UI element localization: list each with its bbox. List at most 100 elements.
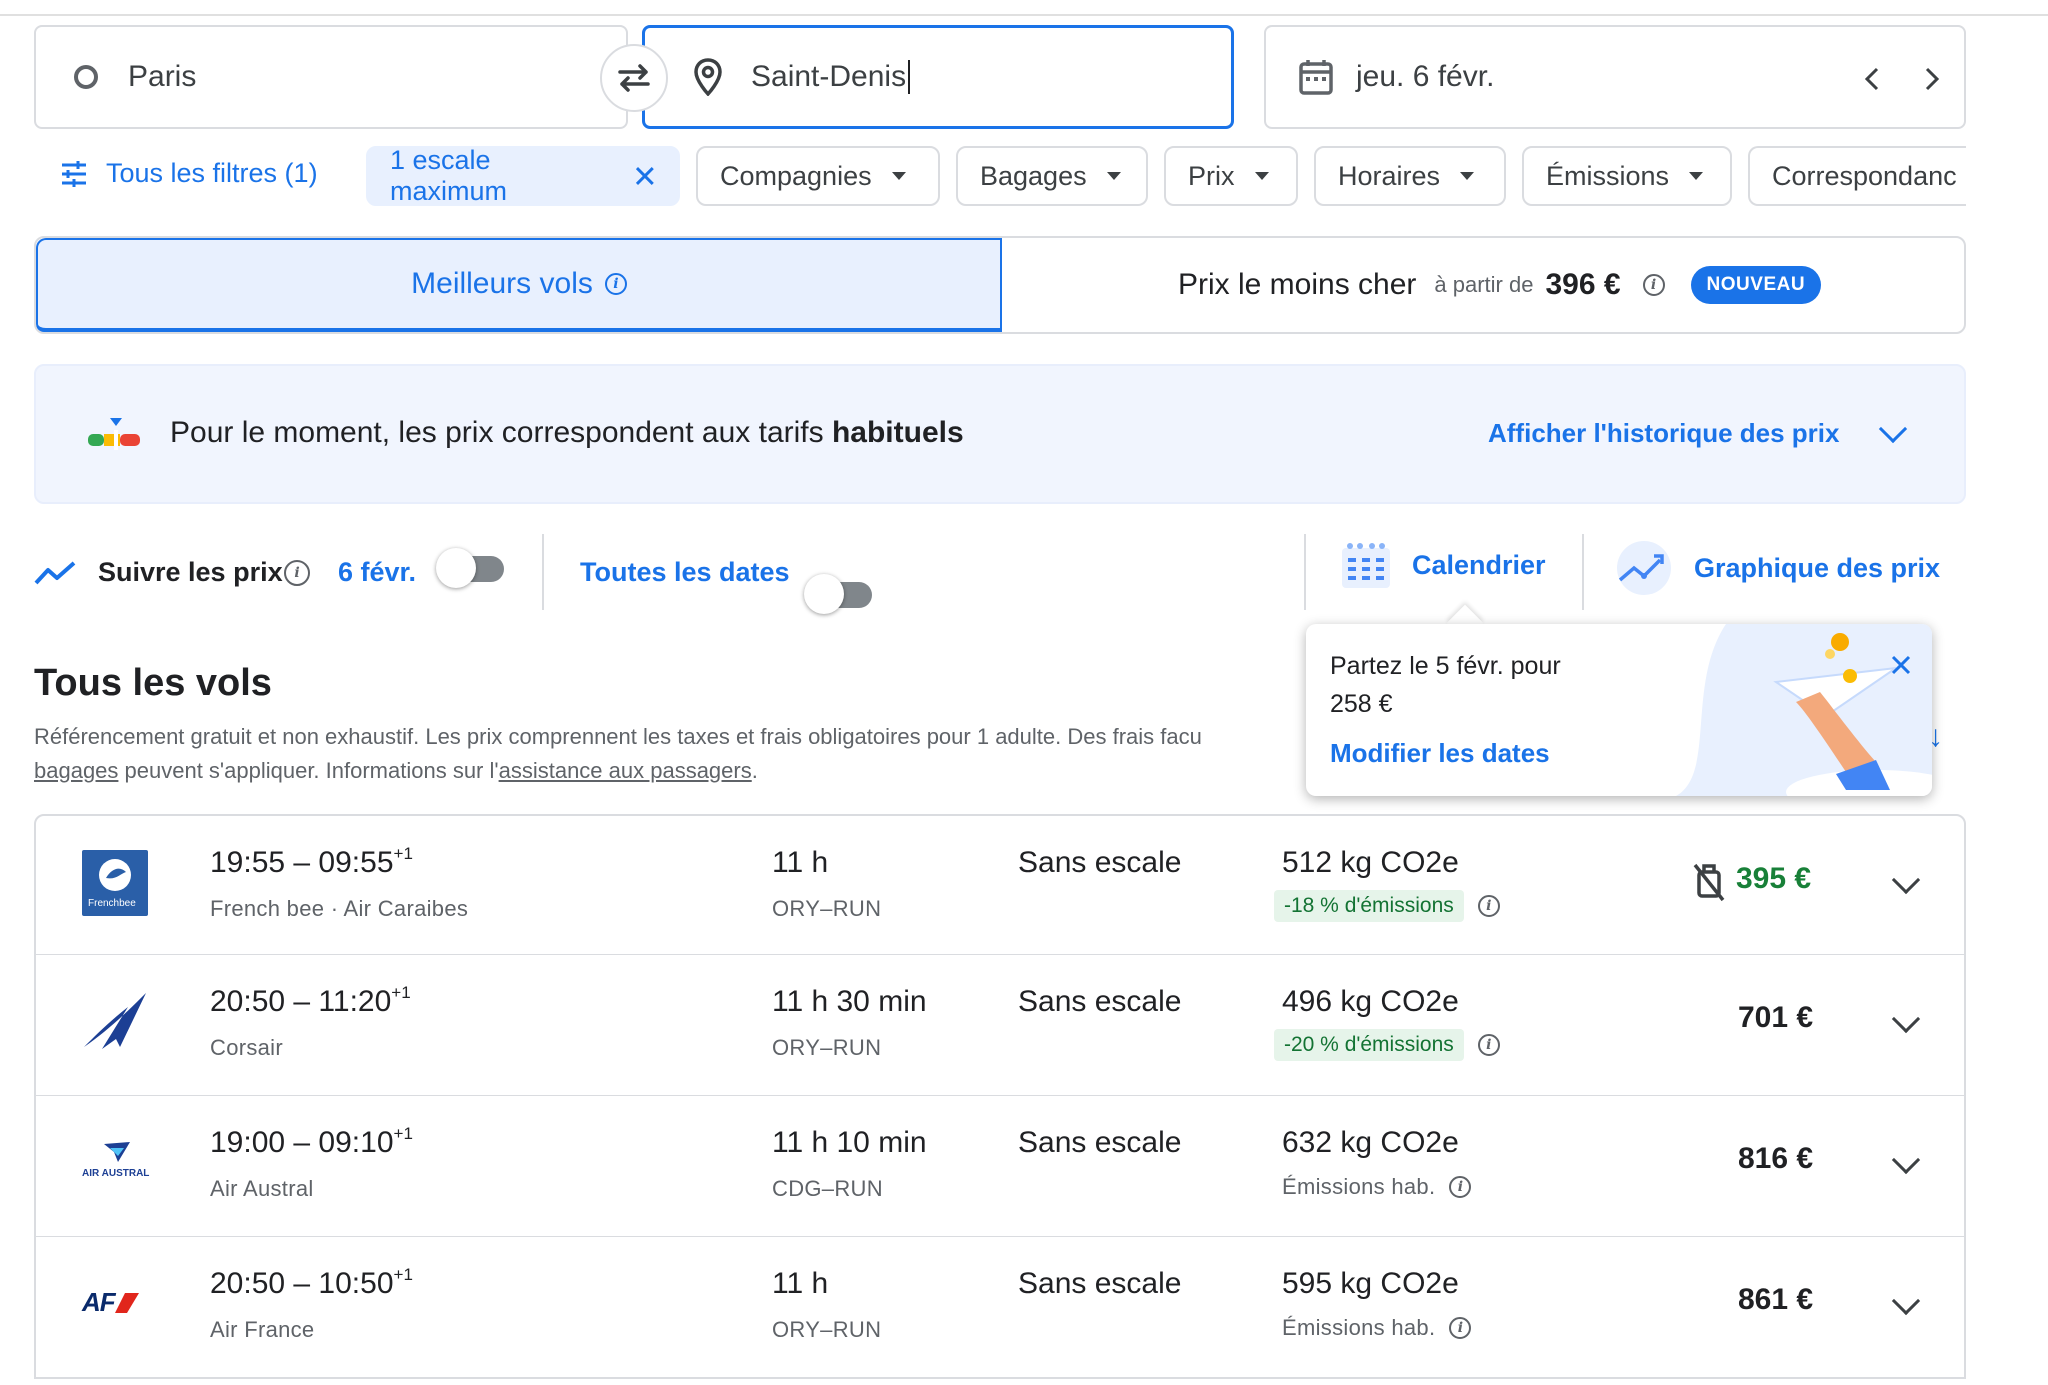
prev-date-button[interactable] (1864, 67, 1880, 96)
location-pin-icon (694, 58, 722, 96)
flight-row[interactable]: Frenchbee 19:55 – 09:55+1 French bee · A… (34, 814, 1966, 956)
new-badge: NOUVEAU (1690, 266, 1822, 304)
corsair-logo (84, 993, 146, 1049)
route: ORY–RUN (772, 1035, 882, 1060)
chevron-down-icon[interactable] (1891, 1004, 1921, 1034)
track-prices-label: Suivre les prix (98, 557, 283, 587)
tab-best-label: Meilleurs vols (411, 267, 593, 300)
price-graph-button[interactable]: Graphique des prix (1614, 540, 1940, 596)
tab-best-flights[interactable]: Meilleurs vols i (36, 238, 1002, 332)
next-day-sup: +1 (393, 1124, 413, 1143)
airline-name: Corsair (210, 1035, 283, 1060)
route: CDG–RUN (772, 1176, 883, 1201)
airaustral-logo: AIR AUSTRAL (80, 1140, 154, 1190)
chip-airlines[interactable]: Compagnies (696, 146, 940, 206)
destination-field[interactable]: Saint-Denis (642, 25, 1234, 129)
no-carry-on-bag-icon (1693, 863, 1725, 902)
next-date-button[interactable] (1924, 67, 1940, 96)
flight-times: 19:00 – 09:10 (210, 1126, 394, 1159)
next-day-sup: +1 (393, 1265, 413, 1284)
price-graph-label: Graphique des prix (1694, 552, 1941, 583)
divider (1582, 534, 1584, 610)
duration: 11 h (772, 846, 829, 879)
tab-cheapest-label: Prix le moins cher (1178, 268, 1417, 301)
banner-text: Pour le moment, les prix correspondent a… (170, 416, 964, 450)
track-date-label: 6 févr. (338, 557, 417, 587)
disclaimer-line2: bagages peuvent s'appliquer. Information… (34, 754, 1306, 788)
route: ORY–RUN (772, 1317, 882, 1342)
frenchbee-logo-mark (99, 859, 131, 891)
track-date-toggle[interactable] (436, 548, 504, 588)
chevron-down-icon[interactable] (1891, 1286, 1921, 1316)
duration: 11 h (772, 1267, 829, 1300)
swap-icon (618, 64, 650, 92)
paper-plane-illustration (1676, 624, 1932, 796)
price-history-link[interactable]: Afficher l'historique des prix (1488, 414, 1908, 449)
chevron-right-icon (1925, 67, 1940, 91)
flight-row[interactable]: AF 20:50 – 10:50+1 Air France 11 h ORY–R… (34, 1237, 1966, 1379)
disclaimer-mid: peuvent s'appliquer. Informations sur l' (118, 758, 499, 783)
dropdown-caret-icon (1254, 172, 1269, 180)
chip-label: Correspondanc (1772, 160, 1957, 191)
flight-times: 20:50 – 11:20 (210, 985, 392, 1018)
co2-value: 496 kg CO2e (1282, 985, 1459, 1018)
flight-price: 395 € (1736, 862, 1812, 895)
info-icon[interactable]: i (1449, 1176, 1472, 1198)
frenchbee-logo: Frenchbee (82, 850, 148, 916)
info-icon[interactable]: i (284, 560, 310, 586)
tab-cheapest[interactable]: Prix le moins cher à partir de 396 € i N… (1002, 238, 1964, 332)
bags-link[interactable]: bagages (34, 758, 118, 783)
chip-connections[interactable]: Correspondanc (1748, 146, 1966, 206)
airfrance-stripe (114, 1292, 139, 1313)
all-filters-label: Tous les filtres (1) (106, 158, 318, 188)
chevron-down-icon[interactable] (1891, 1145, 1921, 1175)
banner-text-bold: habituels (831, 416, 964, 449)
swap-button[interactable] (600, 44, 668, 112)
chip-max-stops[interactable]: 1 escale maximum (366, 145, 680, 206)
airline-name: Air France (210, 1317, 315, 1342)
chevron-down-icon (1879, 414, 1908, 443)
info-icon[interactable]: i (1477, 895, 1500, 917)
chevron-down-icon[interactable] (1891, 865, 1921, 895)
stops: Sans escale (1018, 846, 1182, 879)
modify-dates-link[interactable]: Modifier les dates (1330, 738, 1550, 769)
info-icon[interactable]: i (1449, 1317, 1472, 1339)
airline-name: Air Austral (210, 1176, 314, 1201)
date-suggestion-popup: Partez le 5 févr. pour 258 € Modifier le… (1306, 624, 1932, 796)
co2-value: 632 kg CO2e (1282, 1126, 1459, 1159)
filter-sliders-icon (62, 160, 86, 187)
all-filters-button[interactable]: Tous les filtres (1) (60, 158, 318, 189)
chip-times[interactable]: Horaires (1314, 146, 1506, 206)
destination-input[interactable]: Saint-Denis (751, 60, 911, 94)
popup-line1: Partez le 5 févr. pour (1330, 652, 1561, 680)
origin-field[interactable]: Paris (34, 25, 628, 129)
date-field[interactable]: jeu. 6 févr. (1264, 25, 1966, 129)
flight-times: 19:55 – 09:55 (210, 846, 394, 879)
chip-label: Émissions (1546, 160, 1670, 191)
stops: Sans escale (1018, 1267, 1182, 1300)
sort-tabs: Meilleurs vols i Prix le moins cher à pa… (34, 236, 1966, 334)
chip-bags[interactable]: Bagages (956, 146, 1148, 206)
trending-icon (34, 561, 76, 585)
flight-row[interactable]: 20:50 – 11:20+1 Corsair 11 h 30 min ORY–… (34, 955, 1966, 1097)
close-icon[interactable] (634, 165, 656, 187)
chip-max-stops-label: 1 escale maximum (390, 145, 508, 206)
toggle-knob (436, 548, 476, 588)
info-icon[interactable]: i (1642, 274, 1665, 296)
toggle-knob (804, 574, 844, 614)
chevron-left-icon (1864, 67, 1879, 91)
chip-price[interactable]: Prix (1164, 146, 1298, 206)
price-history-label: Afficher l'historique des prix (1488, 418, 1840, 448)
popup-line2: 258 € (1330, 690, 1393, 718)
results-disclaimer: Référencement gratuit et non exhaustif. … (34, 720, 1306, 788)
close-icon[interactable] (1890, 654, 1912, 676)
chip-emissions[interactable]: Émissions (1522, 146, 1732, 206)
passenger-assistance-link[interactable]: assistance aux passagers (499, 758, 752, 783)
calendar-button[interactable]: Calendrier (1340, 540, 1546, 590)
info-icon[interactable]: i (1477, 1034, 1500, 1056)
all-dates-toggle[interactable] (804, 574, 872, 614)
flight-row[interactable]: AIR AUSTRAL 19:00 – 09:10+1 Air Austral … (34, 1096, 1966, 1238)
info-icon[interactable]: i (604, 273, 627, 295)
from-label: à partir de (1434, 272, 1534, 297)
results-title: Tous les vols (34, 662, 272, 704)
